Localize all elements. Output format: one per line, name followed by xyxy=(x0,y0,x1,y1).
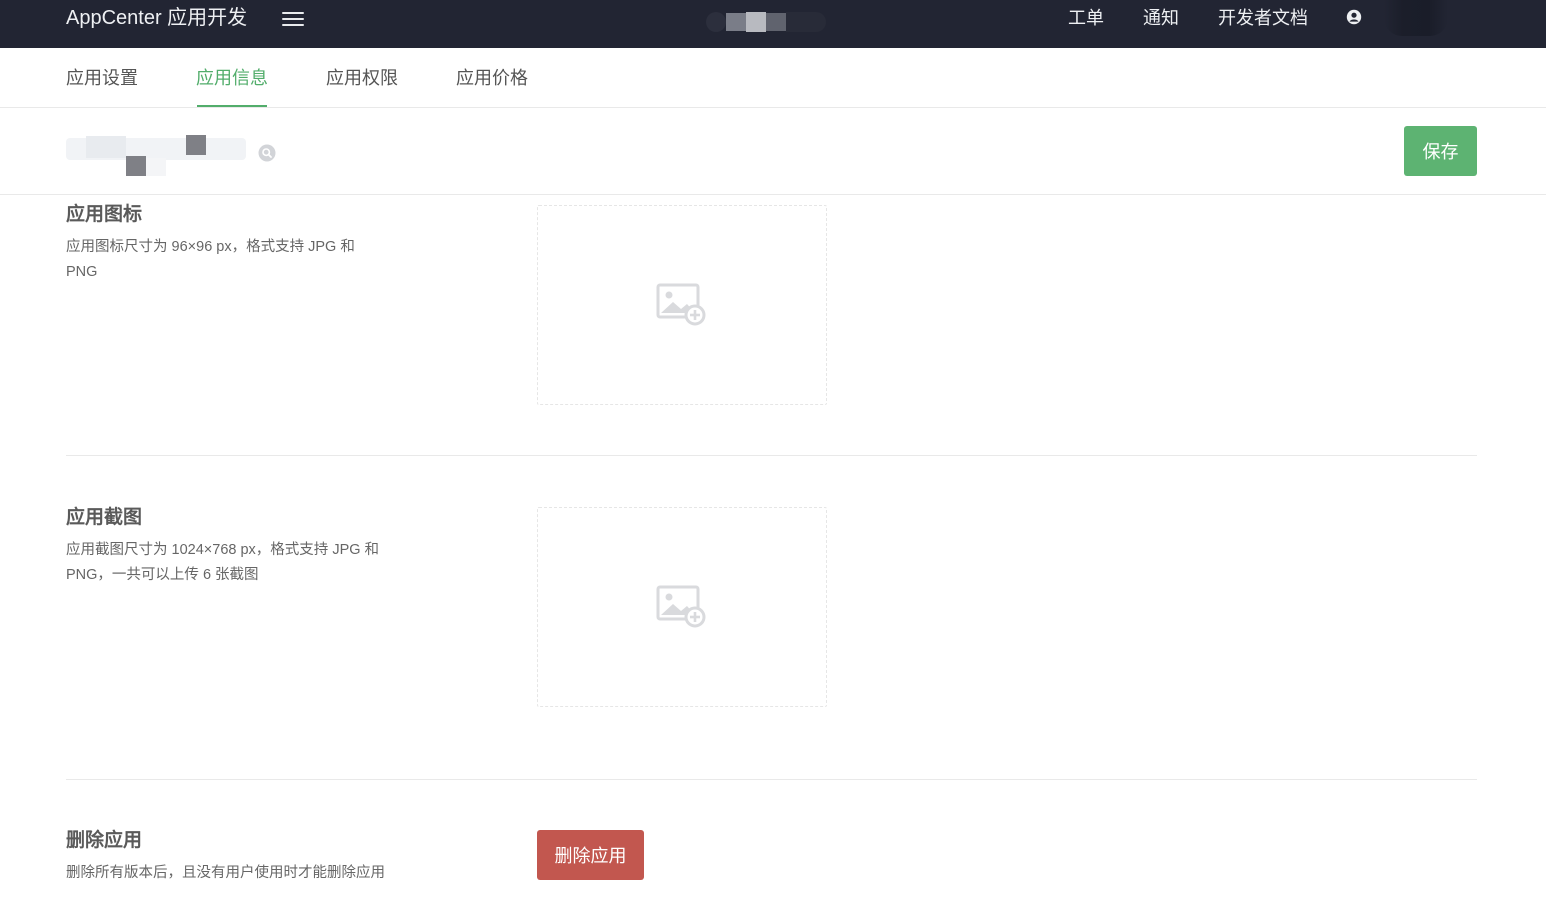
delete-app-section-description: 删除所有版本后，且没有用户使用时才能删除应用 xyxy=(66,865,385,881)
tab-app-info[interactable]: 应用信息 xyxy=(196,65,268,91)
blurred-username[interactable] xyxy=(1384,0,1448,36)
app-screenshot-section-description: 应用截图尺寸为 1024×768 px，格式支持 JPG 和 PNG，一共可以上… xyxy=(66,542,380,583)
user-icon[interactable] xyxy=(1346,9,1362,25)
hamburger-menu-icon[interactable] xyxy=(282,8,304,28)
nav-tickets-link[interactable]: 工单 xyxy=(1068,4,1104,32)
app-icon-section-description: 应用图标尺寸为 96×96 px，格式支持 JPG 和 PNG xyxy=(66,239,355,280)
add-image-icon xyxy=(656,585,706,628)
section-divider xyxy=(66,455,1477,456)
tab-app-settings[interactable]: 应用设置 xyxy=(66,65,138,91)
app-icon-section-title: 应用图标 xyxy=(66,204,143,225)
section-divider xyxy=(66,779,1477,780)
blurred-app-name xyxy=(66,132,256,178)
save-button[interactable]: 保存 xyxy=(1404,126,1477,176)
app-header-row: 保存 xyxy=(0,108,1546,195)
active-tab-indicator xyxy=(197,105,267,107)
search-icon[interactable] xyxy=(258,144,276,162)
app-screenshot-section-title: 应用截图 xyxy=(66,507,143,528)
nav-developer-docs-link[interactable]: 开发者文档 xyxy=(1218,4,1308,32)
delete-app-button[interactable]: 删除应用 xyxy=(537,830,644,880)
blurred-workspace-name xyxy=(706,10,826,34)
top-navigation-bar: AppCenter 应用开发 工单 通知 开发者文档 xyxy=(0,0,1546,48)
delete-app-section-title: 删除应用 xyxy=(66,830,143,851)
app-icon-upload-area[interactable] xyxy=(537,205,827,405)
nav-notifications-link[interactable]: 通知 xyxy=(1143,4,1179,32)
add-image-icon xyxy=(656,283,706,326)
tab-bar: 应用设置 应用信息 应用权限 应用价格 xyxy=(0,48,1546,108)
tab-app-permissions[interactable]: 应用权限 xyxy=(326,65,398,91)
app-screenshot-upload-area[interactable] xyxy=(537,507,827,707)
tab-app-pricing[interactable]: 应用价格 xyxy=(456,65,528,91)
app-brand-title[interactable]: AppCenter 应用开发 xyxy=(66,4,247,32)
